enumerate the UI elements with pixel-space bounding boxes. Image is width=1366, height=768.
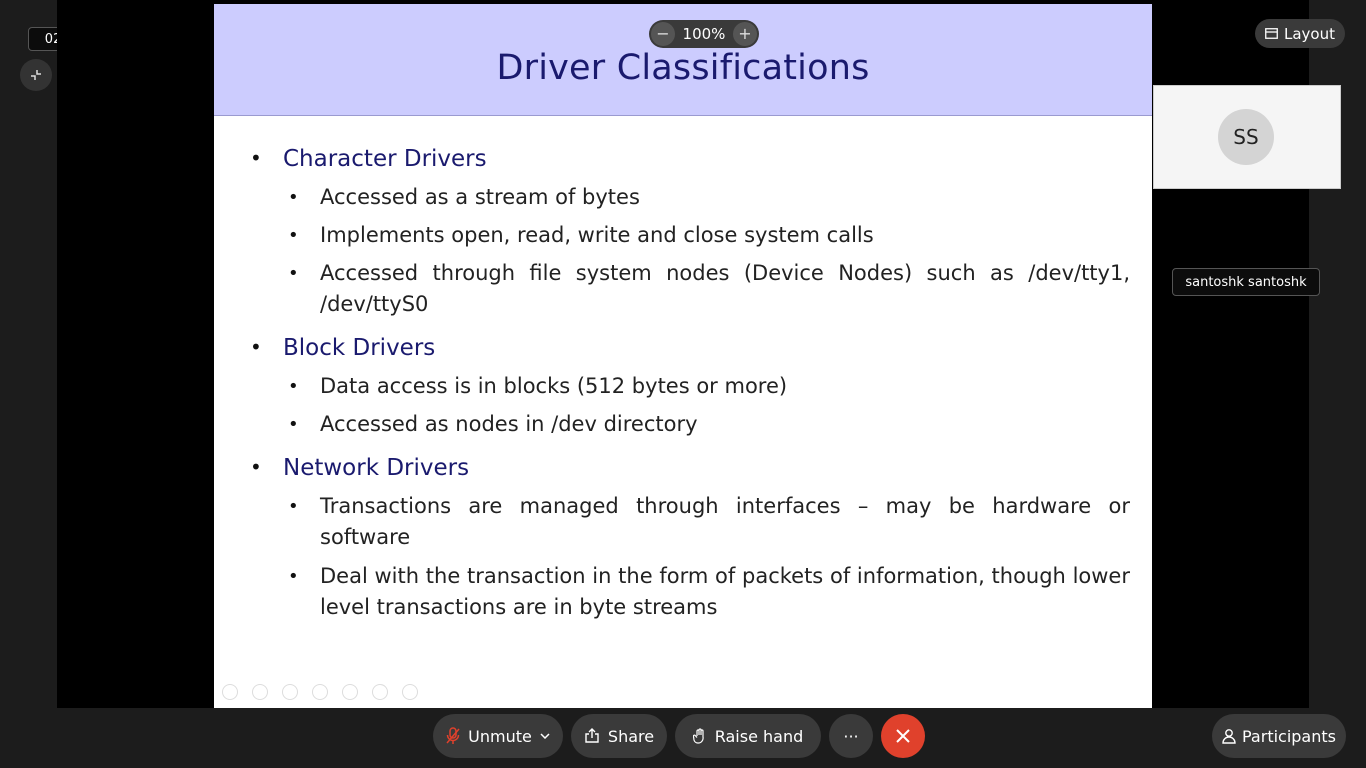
- hand-icon: [692, 728, 704, 744]
- share-icon: [585, 728, 599, 743]
- layout-icon: [1265, 28, 1278, 39]
- more-icon: ···: [843, 726, 859, 746]
- slide-point: Data access is in blocks (512 bytes or m…: [288, 371, 1130, 402]
- slide-point: Deal with the transaction in the form of…: [288, 561, 1130, 623]
- close-icon: [896, 729, 910, 743]
- layout-label: Layout: [1284, 24, 1335, 43]
- share-label: Share: [607, 726, 655, 746]
- plus-icon: +: [738, 24, 752, 43]
- zoom-in-button[interactable]: +: [732, 22, 757, 46]
- more-options-icon[interactable]: [402, 684, 418, 700]
- end-call-button[interactable]: [881, 714, 925, 758]
- zoom-out-button[interactable]: −: [651, 22, 675, 46]
- minus-icon: −: [656, 24, 670, 43]
- zoom-control: − 100% +: [649, 20, 759, 48]
- share-button[interactable]: Share: [571, 714, 667, 758]
- zoom-level: 100%: [682, 25, 726, 43]
- person-icon: [1222, 729, 1236, 744]
- raise-hand-button[interactable]: Raise hand: [675, 714, 821, 758]
- grid-icon[interactable]: [372, 684, 388, 700]
- copy-icon[interactable]: [312, 684, 328, 700]
- slide-point: Accessed as a stream of bytes: [288, 182, 1130, 213]
- next-slide-icon[interactable]: [252, 684, 268, 700]
- layout-button[interactable]: Layout: [1255, 19, 1345, 48]
- participant-tile[interactable]: SS: [1153, 85, 1341, 189]
- zoom-icon[interactable]: [342, 684, 358, 700]
- prev-slide-icon[interactable]: [222, 684, 238, 700]
- participants-label: Participants: [1242, 726, 1336, 746]
- unmute-button[interactable]: Unmute: [433, 714, 563, 758]
- mic-muted-icon: [446, 727, 460, 744]
- slide-point: Implements open, read, write and close s…: [288, 220, 1130, 251]
- slide-point: Accessed as nodes in /dev directory: [288, 409, 1130, 440]
- more-options-button[interactable]: ···: [829, 714, 873, 758]
- participants-button[interactable]: Participants: [1212, 714, 1346, 758]
- presentation-slide: Driver Classifications Character Drivers…: [214, 4, 1152, 708]
- participant-name: santoshk santoshk: [1172, 268, 1320, 296]
- raise-hand-label: Raise hand: [714, 726, 804, 746]
- slide-nav-toolbar: [222, 684, 418, 700]
- avatar: SS: [1218, 109, 1274, 165]
- unmute-label: Unmute: [468, 726, 532, 746]
- collapse-icon[interactable]: [20, 59, 52, 91]
- slide-point: Accessed through file system nodes (Devi…: [288, 258, 1130, 320]
- pen-icon[interactable]: [282, 684, 298, 700]
- slide-title: Driver Classifications: [496, 48, 870, 88]
- slide-point: Transactions are managed through interfa…: [288, 491, 1130, 553]
- chevron-down-icon[interactable]: [540, 733, 550, 739]
